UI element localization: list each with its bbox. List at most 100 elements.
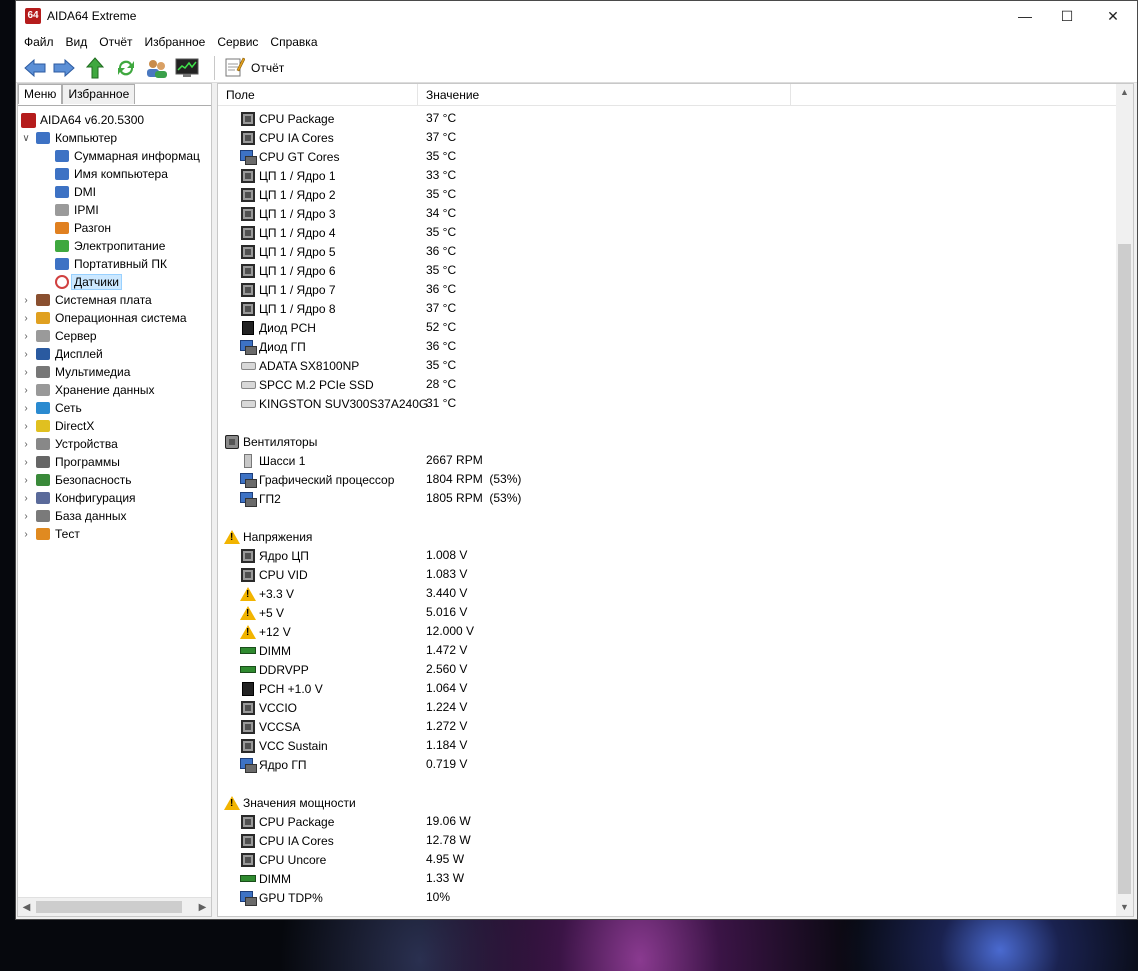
- minimize-button[interactable]: —: [1002, 1, 1048, 32]
- sensor-row[interactable]: Шасси 1 2667 RPM: [218, 451, 1116, 470]
- scroll-thumb[interactable]: [36, 901, 182, 913]
- sensor-row[interactable]: +12 V 12.000 V: [218, 622, 1116, 641]
- sensor-row[interactable]: ЦП 1 / Ядро 7 36 °C: [218, 280, 1116, 299]
- scroll-down-icon[interactable]: ▼: [1116, 899, 1133, 916]
- menu-help[interactable]: Справка: [264, 32, 323, 52]
- sensor-row[interactable]: ЦП 1 / Ядро 4 35 °C: [218, 223, 1116, 242]
- sensor-row[interactable]: KINGSTON SUV300S37A240G 31 °C: [218, 394, 1116, 413]
- vertical-scrollbar[interactable]: ▲ ▼: [1116, 84, 1133, 916]
- tree-item[interactable]: › Системная плата: [20, 291, 151, 309]
- sensor-row[interactable]: PCH +1.0 V 1.064 V: [218, 679, 1116, 698]
- scroll-up-icon[interactable]: ▲: [1116, 84, 1133, 101]
- sensor-row[interactable]: ЦП 1 / Ядро 8 37 °C: [218, 299, 1116, 318]
- sensor-row[interactable]: CPU Uncore 4.95 W: [218, 850, 1116, 869]
- tree-item[interactable]: DMI: [54, 183, 96, 201]
- sensor-row[interactable]: GPU TDP% 10%: [218, 888, 1116, 907]
- tree-item[interactable]: › Сеть: [20, 399, 81, 417]
- tree-item[interactable]: Электропитание: [54, 237, 165, 255]
- sensor-row[interactable]: DDRVPP 2.560 V: [218, 660, 1116, 679]
- sensor-row[interactable]: CPU GT Cores 35 °C: [218, 147, 1116, 166]
- sensor-row[interactable]: ЦП 1 / Ядро 1 33 °C: [218, 166, 1116, 185]
- back-arrow-icon[interactable]: [22, 56, 48, 80]
- expand-icon[interactable]: ›: [20, 367, 32, 378]
- tree-item[interactable]: › Мультимедиа: [20, 363, 130, 381]
- sensor-row[interactable]: CPU VID 1.083 V: [218, 565, 1116, 584]
- vertical-scroll-thumb[interactable]: [1118, 244, 1131, 894]
- sensor-row[interactable]: Ядро ЦП 1.008 V: [218, 546, 1116, 565]
- expand-icon[interactable]: ›: [20, 457, 32, 468]
- sensor-row[interactable]: CPU Package 19.06 W: [218, 812, 1116, 831]
- sensor-row[interactable]: ЦП 1 / Ядро 2 35 °C: [218, 185, 1116, 204]
- forward-arrow-icon[interactable]: [51, 56, 77, 80]
- tab-favorites[interactable]: Избранное: [62, 84, 136, 104]
- tree-item[interactable]: › Тест: [20, 525, 80, 543]
- menu-view[interactable]: Вид: [60, 32, 94, 52]
- menu-report[interactable]: Отчёт: [93, 32, 138, 52]
- sensor-row[interactable]: DIMM 1.33 W: [218, 869, 1116, 888]
- sensor-row[interactable]: CPU IA Cores 12.78 W: [218, 831, 1116, 850]
- sensor-row[interactable]: +3.3 V 3.440 V: [218, 584, 1116, 603]
- tab-menu[interactable]: Меню: [18, 84, 63, 104]
- sensor-row[interactable]: Ядро ГП 0.719 V: [218, 755, 1116, 774]
- expand-icon[interactable]: ›: [20, 421, 32, 432]
- sensor-row[interactable]: ЦП 1 / Ядро 6 35 °C: [218, 261, 1116, 280]
- tree-item[interactable]: Имя компьютера: [54, 165, 168, 183]
- scroll-left-icon[interactable]: ◀: [18, 898, 35, 917]
- sensor-row[interactable]: Графический процессор 1804 RPM (53%): [218, 470, 1116, 489]
- expand-icon[interactable]: ›: [20, 511, 32, 522]
- tree-item[interactable]: Датчики: [54, 273, 122, 291]
- tree-item[interactable]: Разгон: [54, 219, 111, 237]
- expand-icon[interactable]: ›: [20, 295, 32, 306]
- sensor-row[interactable]: ГП2 1805 RPM (53%): [218, 489, 1116, 508]
- sensor-row[interactable]: ЦП 1 / Ядро 3 34 °C: [218, 204, 1116, 223]
- sensor-row[interactable]: Диод ГП 36 °C: [218, 337, 1116, 356]
- expand-icon[interactable]: ›: [20, 331, 32, 342]
- tree-item[interactable]: › Конфигурация: [20, 489, 135, 507]
- tree-item[interactable]: › Устройства: [20, 435, 117, 453]
- column-field[interactable]: Поле: [218, 84, 418, 106]
- sensor-row[interactable]: VCC Sustain 1.184 V: [218, 736, 1116, 755]
- sensor-row[interactable]: ADATA SX8100NP 35 °C: [218, 356, 1116, 375]
- tree-item[interactable]: › Дисплей: [20, 345, 102, 363]
- sensor-row[interactable]: Диод PCH 52 °C: [218, 318, 1116, 337]
- sensor-row[interactable]: CPU Package 37 °C: [218, 109, 1116, 128]
- menu-service[interactable]: Сервис: [211, 32, 264, 52]
- expand-icon[interactable]: ›: [20, 529, 32, 540]
- sensor-group-row[interactable]: Значения мощности: [218, 793, 1116, 812]
- up-arrow-icon[interactable]: [82, 56, 108, 80]
- tree-item[interactable]: Портативный ПК: [54, 255, 167, 273]
- sensor-row[interactable]: SPCC M.2 PCIe SSD 28 °C: [218, 375, 1116, 394]
- tree-item[interactable]: › Сервер: [20, 327, 96, 345]
- expand-icon[interactable]: ›: [20, 385, 32, 396]
- horizontal-scrollbar[interactable]: ◀ ▶: [18, 897, 211, 916]
- maximize-button[interactable]: ☐: [1044, 1, 1090, 32]
- tree-item[interactable]: › Хранение данных: [20, 381, 154, 399]
- tree-item[interactable]: AIDA64 v6.20.5300: [20, 111, 144, 129]
- expand-icon[interactable]: ›: [20, 403, 32, 414]
- expand-icon[interactable]: ›: [20, 313, 32, 324]
- menu-file[interactable]: Файл: [18, 32, 60, 52]
- tree-item[interactable]: › Операционная система: [20, 309, 186, 327]
- tree-item[interactable]: ∨ Компьютер: [20, 129, 117, 147]
- collapse-icon[interactable]: ∨: [20, 133, 32, 144]
- sensor-group-row[interactable]: Вентиляторы: [218, 432, 1116, 451]
- sensor-row[interactable]: ЦП 1 / Ядро 5 36 °C: [218, 242, 1116, 261]
- tree-item[interactable]: IPMI: [54, 201, 99, 219]
- sensor-group-row[interactable]: Напряжения: [218, 527, 1116, 546]
- monitor-graph-icon[interactable]: [174, 56, 200, 80]
- expand-icon[interactable]: ›: [20, 493, 32, 504]
- tree-item[interactable]: › Безопасность: [20, 471, 131, 489]
- sensor-row[interactable]: +5 V 5.016 V: [218, 603, 1116, 622]
- column-value[interactable]: Значение: [418, 84, 791, 106]
- tree-item[interactable]: Суммарная информац: [54, 147, 200, 165]
- expand-icon[interactable]: ›: [20, 439, 32, 450]
- tree-item[interactable]: › DirectX: [20, 417, 94, 435]
- title-bar[interactable]: 64 AIDA64 Extreme — ☐ ✕: [16, 1, 1137, 32]
- sensor-row[interactable]: CPU IA Cores 37 °C: [218, 128, 1116, 147]
- users-icon[interactable]: [144, 56, 170, 80]
- sensor-row[interactable]: VCCSA 1.272 V: [218, 717, 1116, 736]
- sensor-row[interactable]: DIMM 1.472 V: [218, 641, 1116, 660]
- expand-icon[interactable]: ›: [20, 349, 32, 360]
- refresh-icon[interactable]: [113, 56, 139, 80]
- close-button[interactable]: ✕: [1090, 1, 1136, 32]
